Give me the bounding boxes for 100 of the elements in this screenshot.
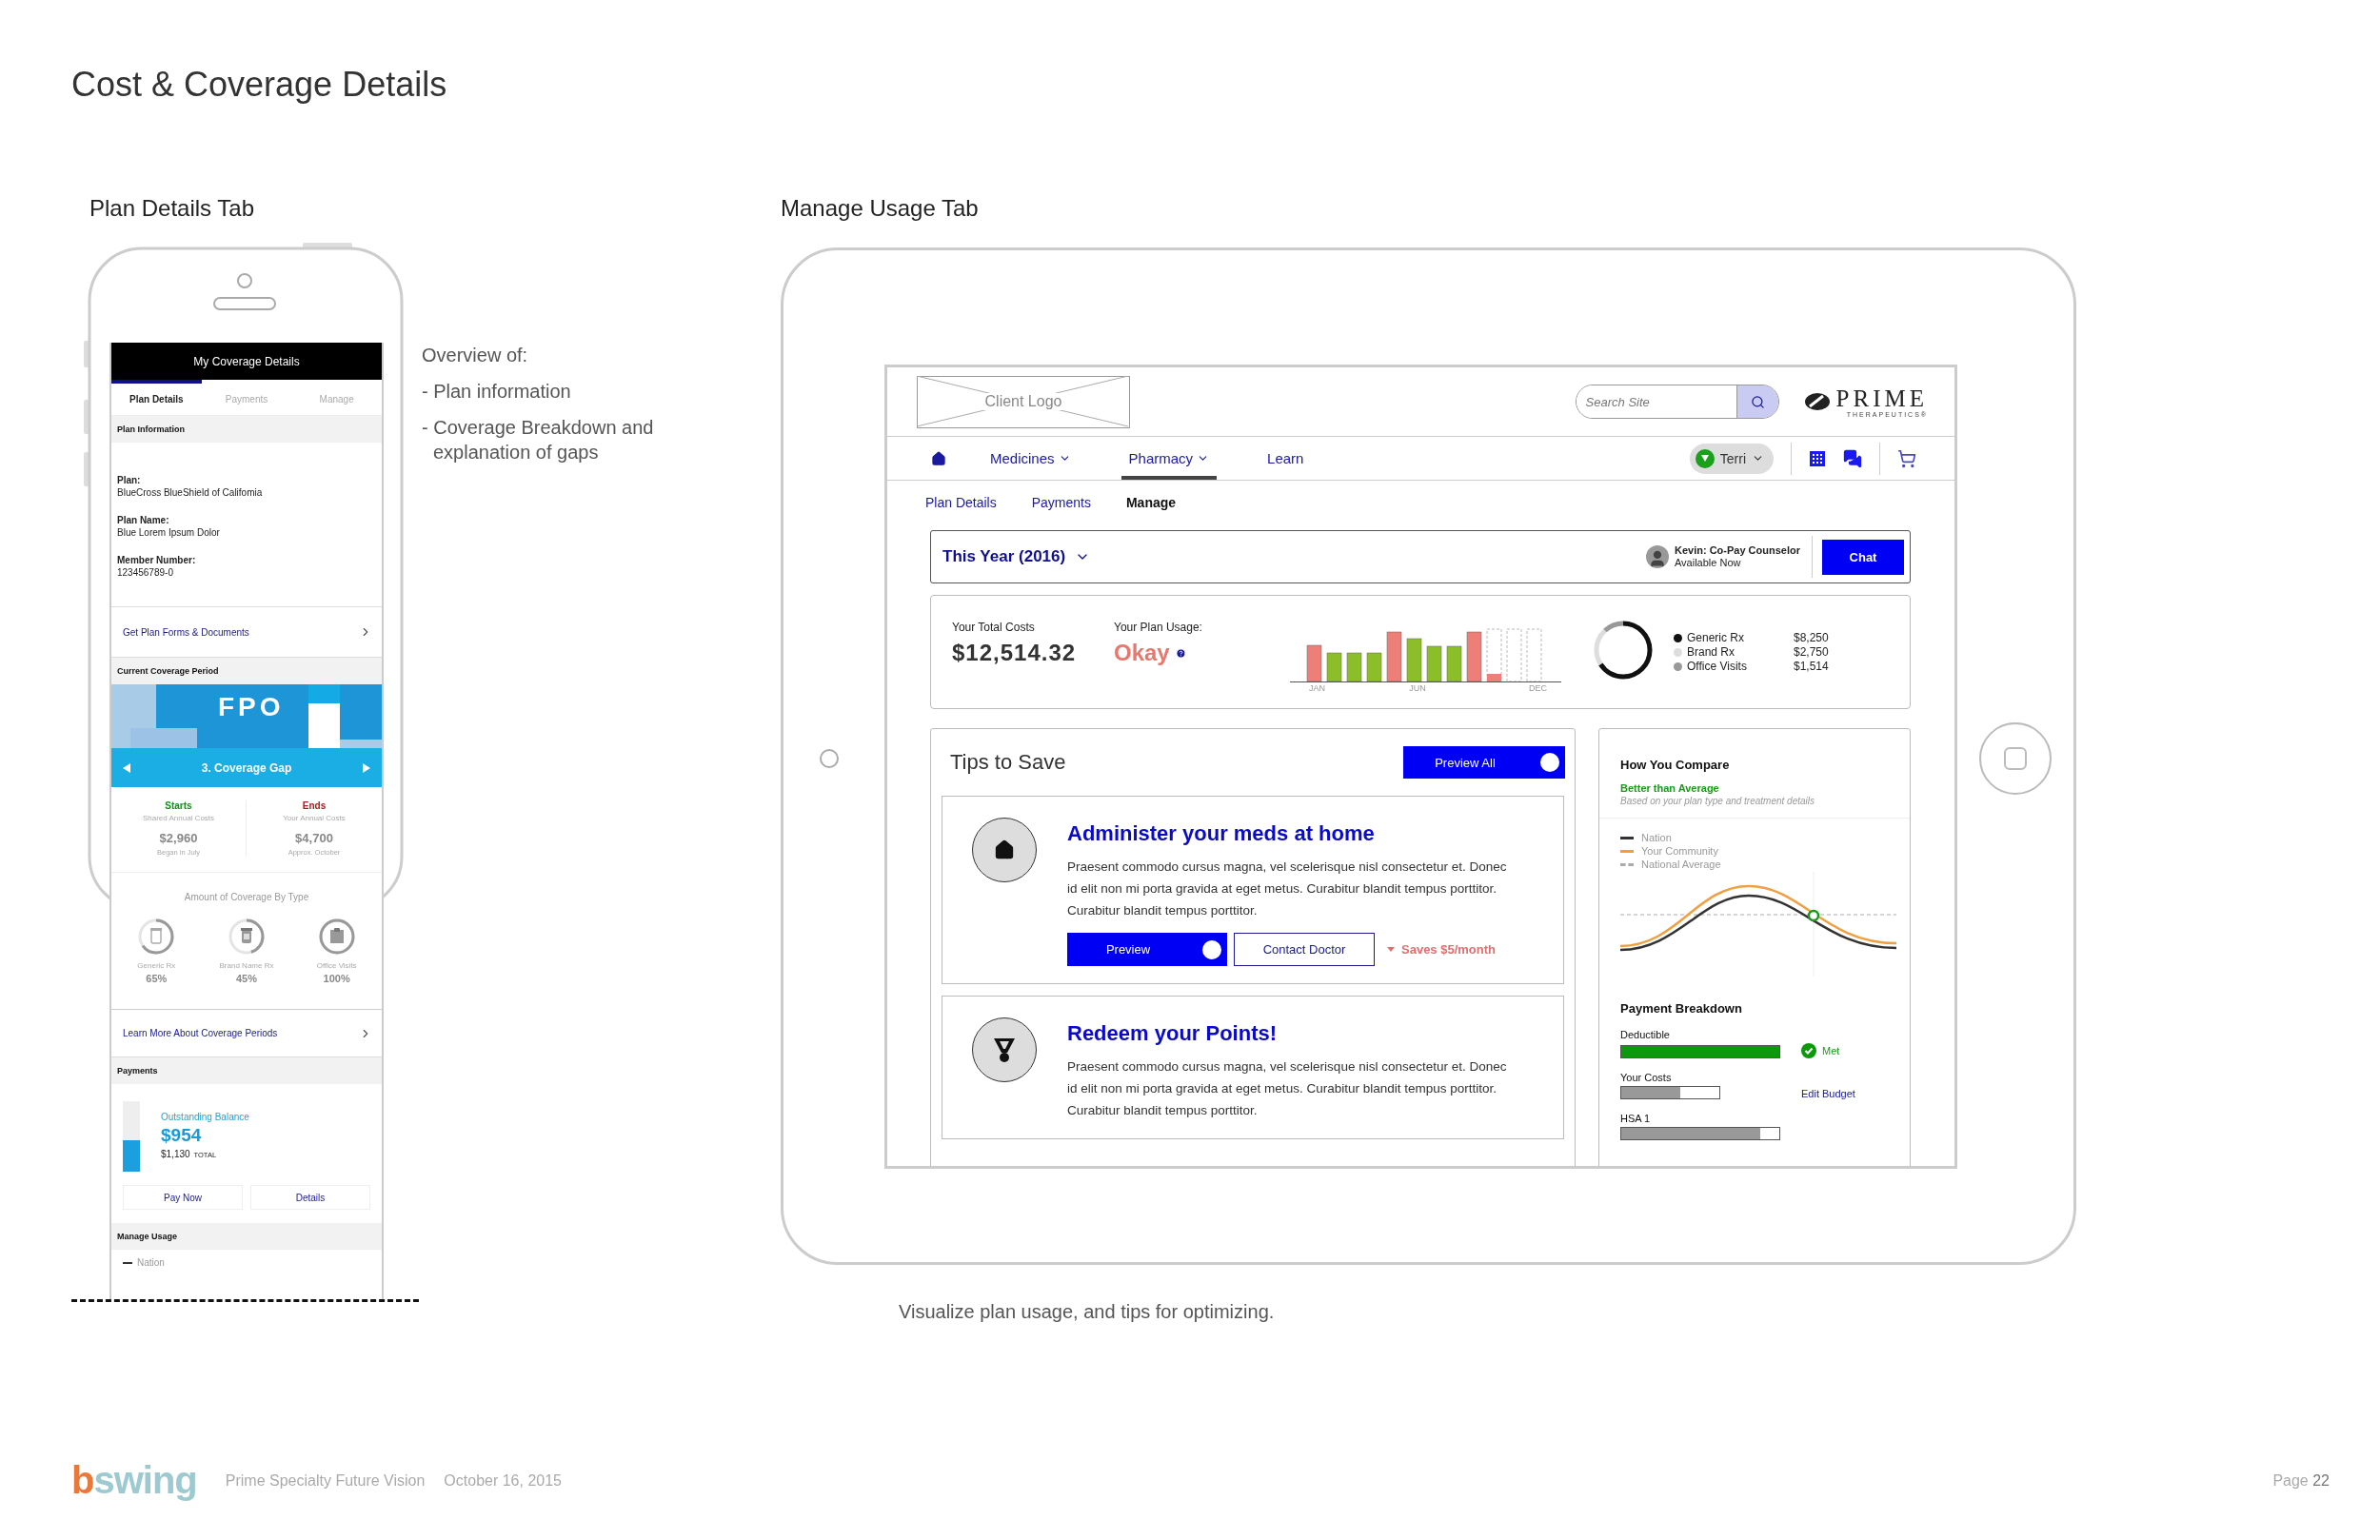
cost-caption: Your Annual Costs (283, 814, 346, 822)
overview-item: - Plan information (422, 380, 572, 404)
future-month-bar (1526, 628, 1542, 682)
chat-button[interactable]: Chat (1822, 539, 1904, 575)
tip-text: Praesent commodo cursus magna, vel scelerisque nisl consectetur et. Donec id elit non mi porta gravida at eget metus. Curabitur blandit tempus porttitor. Curabitur blandit tempus porttitor. (1067, 859, 1508, 919)
tip-title: Redeem your Points! (1067, 1021, 1279, 1046)
month-bar (1426, 645, 1442, 682)
preview-toggle[interactable]: Preview (1067, 933, 1227, 966)
coverage-type-label: Generic Rx (137, 961, 176, 970)
cost-caption: Shared Annual Costs (142, 814, 215, 822)
search-field[interactable]: Search Site (1575, 385, 1779, 419)
field-value: BlueCross BlueShield of Califomia (117, 487, 264, 498)
plan-usage-label: Your Plan Usage: (1114, 621, 1203, 634)
next-arrow-icon[interactable] (363, 762, 370, 773)
cost-amount: $2,960 (159, 831, 198, 845)
legend-amount: $8,250 (1794, 631, 1829, 644)
nav-item[interactable]: Learn (1259, 437, 1312, 480)
section-heading: Manage Usage (111, 1223, 382, 1250)
card-title: Tips to Save (950, 750, 1066, 775)
project-name: Prime Specialty Future Vision (225, 1471, 426, 1490)
subsection-heading: Amount of Coverage By Type (184, 892, 309, 902)
section-heading: Payment Breakdown (1620, 1001, 1743, 1016)
section-heading: Current Coverage Period (111, 658, 382, 684)
legend-label: Nation (1641, 832, 1672, 843)
coverage-type-label: Brand Name Rx (219, 961, 274, 970)
previous-arrow-icon[interactable] (123, 762, 130, 773)
field-label: Plan Name: (117, 515, 170, 525)
page-title: Cost & Coverage Details (71, 65, 448, 105)
month-bar (1366, 652, 1382, 682)
plan-usage-value: Okay (1114, 640, 1170, 666)
tip-text: Praesent commodo cursus magna, vel scelerisque nisl consectetur et. Donec id elit non mi porta gravida at eget metus. Curabitur blandit tempus porttitor. Curabitur blandit tempus porttitor. (1067, 1058, 1508, 1119)
legend-label: National Average (1641, 859, 1721, 870)
coverage-percent: 65% (146, 973, 168, 984)
screen-title: My Coverage Details (111, 343, 382, 380)
overview-heading: Overview of: (422, 344, 529, 367)
comparison-note: Based on your plan type and treatment details (1620, 796, 1816, 806)
coverage-period-label: 3. Coverage Gap (201, 760, 292, 775)
card-title: How You Compare (1620, 758, 1731, 772)
tab[interactable]: Payments (1031, 495, 1115, 510)
brand-logo-icon (1803, 391, 1831, 412)
axis-label: JUN (1408, 683, 1427, 693)
user-menu-button[interactable]: Terri (1689, 443, 1774, 474)
search-button[interactable] (1735, 385, 1778, 418)
tab[interactable]: Plan Details (916, 495, 1021, 510)
future-month-bar (1486, 628, 1502, 682)
section-heading: Payments (111, 1057, 382, 1084)
legend-amount: $2,750 (1794, 645, 1829, 659)
calendar-icon[interactable] (1809, 449, 1826, 467)
pill-bottle-icon (150, 928, 163, 944)
coverage-percent: 45% (235, 973, 257, 984)
month-bar (1446, 645, 1462, 682)
legend-label: Office Visits (1687, 660, 1748, 673)
search-icon (1750, 394, 1765, 409)
bar-label: Deductible (1620, 1029, 1671, 1040)
month-bar (1306, 644, 1322, 682)
preview-all-toggle[interactable]: Preview All (1403, 746, 1565, 779)
bar-label: Your Costs (1620, 1072, 1673, 1083)
forms-link[interactable]: Get Plan Forms & Documents (111, 606, 382, 658)
period-label: Ends (302, 800, 327, 811)
section-heading: Plan Details Tab (89, 195, 255, 222)
caption: Visualize plan usage, and tips for optimizing. (899, 1301, 1276, 1323)
comparison-verdict: Better than Average (1620, 782, 1720, 794)
home-icon (931, 450, 946, 466)
period-label: Starts (165, 800, 192, 811)
caret-down-icon (1387, 947, 1395, 952)
chat-icon[interactable] (1843, 448, 1862, 468)
page-number: Page 22 (2272, 1471, 2330, 1490)
cart-icon[interactable] (1897, 448, 1916, 468)
placeholder-label: FPO (218, 692, 285, 722)
payment-button[interactable]: Pay Now (123, 1185, 243, 1210)
coverage-type-label: Office Visits (316, 961, 357, 970)
pill-bottle-icon (241, 928, 252, 943)
legend-label: Your Community (1641, 845, 1718, 857)
payment-button[interactable]: Details (250, 1185, 370, 1210)
tab[interactable]: Manage (1125, 495, 1200, 510)
document-date: October 16, 2015 (444, 1471, 562, 1490)
check-circle-icon (1801, 1043, 1816, 1058)
legend-label: Nation (137, 1257, 165, 1268)
axis-label: JAN (1308, 683, 1327, 693)
legend-amount: $1,514 (1794, 660, 1829, 673)
section-heading: Plan Information (111, 416, 382, 443)
period-dropdown[interactable]: This Year (2016) (942, 547, 1091, 566)
savings-note: Saves $5/month (1401, 942, 1496, 957)
field-value: 123456789-0 (117, 567, 174, 578)
section-heading: Manage Usage Tab (781, 195, 980, 222)
month-bar (1386, 631, 1402, 682)
coverage-percent: 100% (323, 973, 350, 984)
legend-label: Generic Rx (1687, 631, 1746, 644)
edit-budget-link[interactable]: Edit Budget (1801, 1088, 1889, 1099)
help-icon[interactable] (1175, 647, 1186, 659)
home-icon (994, 839, 1015, 860)
nav-item[interactable]: Medicines (982, 437, 1079, 480)
tablet-camera (820, 749, 839, 768)
nav-item[interactable]: Pharmacy (1121, 437, 1218, 480)
total-amount: $1,130 (161, 1149, 190, 1159)
future-month-bar (1506, 628, 1522, 682)
tip-title: Administer your meds at home (1067, 821, 1376, 846)
axis-label: DEC (1527, 683, 1548, 693)
month-bar (1346, 652, 1362, 682)
contact-doctor-button[interactable]: Contact Doctor (1234, 933, 1375, 966)
